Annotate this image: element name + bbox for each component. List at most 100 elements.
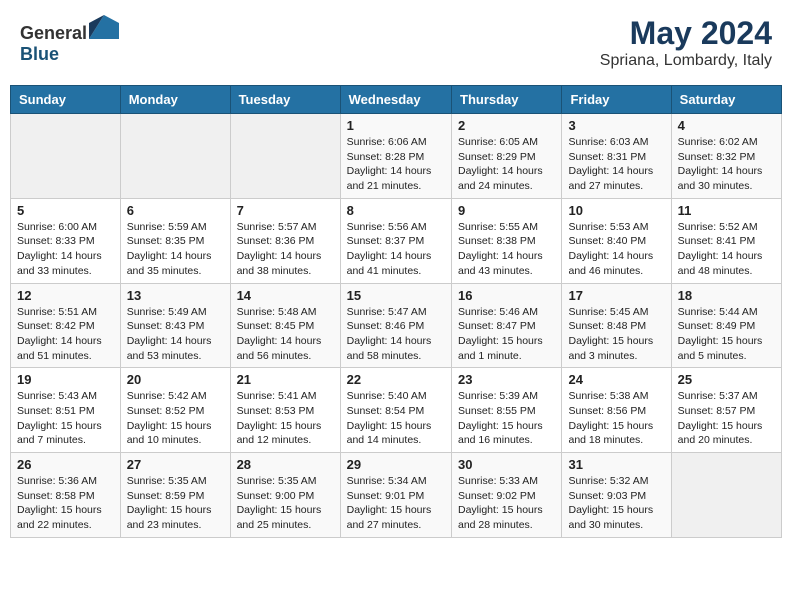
day-header-thursday: Thursday [452, 86, 562, 114]
day-cell: 19Sunrise: 5:43 AM Sunset: 8:51 PM Dayli… [11, 368, 121, 453]
day-info: Sunrise: 5:37 AM Sunset: 8:57 PM Dayligh… [678, 389, 775, 448]
day-info: Sunrise: 5:53 AM Sunset: 8:40 PM Dayligh… [568, 220, 664, 279]
day-info: Sunrise: 5:39 AM Sunset: 8:55 PM Dayligh… [458, 389, 555, 448]
day-cell: 12 Sunrise: 5:51 AM Sunset: 8:42 PM Dayli… [11, 283, 121, 368]
location-subtitle: Spriana, Lombardy, Italy [600, 52, 772, 70]
day-info: Sunrise: 6:06 AM Sunset: 8:28 PM Dayligh… [347, 135, 445, 194]
calendar-table: SundayMondayTuesdayWednesdayThursdayFrid… [10, 85, 782, 538]
day-number: 16 [458, 288, 555, 303]
day-number: 12 [17, 288, 114, 303]
day-info: Sunrise: 5:45 AM Sunset: 8:48 PM Dayligh… [568, 305, 664, 364]
day-header-friday: Friday [562, 86, 671, 114]
day-number: 26 [17, 457, 114, 472]
page-header: General Blue May 2024 Spriana, Lombardy,… [10, 10, 782, 75]
week-row-3: 12 Sunrise: 5:51 AM Sunset: 8:42 PM Dayli… [11, 283, 782, 368]
day-info: Sunrise: 5:55 AM Sunset: 8:38 PM Dayligh… [458, 220, 555, 279]
day-info: Sunrise: 6:02 AM Sunset: 8:32 PM Dayligh… [678, 135, 775, 194]
day-number: 3 [568, 118, 664, 133]
day-cell: 14 Sunrise: 5:48 AM Sunset: 8:45 PM Dayli… [230, 283, 340, 368]
day-number: 28 [237, 457, 334, 472]
day-number: 7 [237, 203, 334, 218]
day-cell: 15 Sunrise: 5:47 AM Sunset: 8:46 PM Dayli… [340, 283, 451, 368]
day-cell: 20 Sunrise: 5:42 AM Sunset: 8:52 PM Dayli… [120, 368, 230, 453]
day-info: Sunrise: 5:51 AM Sunset: 8:42 PM Dayligh… [17, 305, 114, 364]
logo-general: General [20, 23, 87, 43]
day-cell: 1 Sunrise: 6:06 AM Sunset: 8:28 PM Daylig… [340, 114, 451, 199]
day-number: 9 [458, 203, 555, 218]
day-header-wednesday: Wednesday [340, 86, 451, 114]
day-cell: 27 Sunrise: 5:35 AM Sunset: 8:59 PM Dayli… [120, 453, 230, 538]
day-number: 11 [678, 203, 775, 218]
day-number: 29 [347, 457, 445, 472]
day-number: 27 [127, 457, 224, 472]
day-cell: 4Sunrise: 6:02 AM Sunset: 8:32 PM Daylig… [671, 114, 781, 199]
day-number: 10 [568, 203, 664, 218]
day-cell: 10 Sunrise: 5:53 AM Sunset: 8:40 PM Dayli… [562, 198, 671, 283]
day-number: 5 [17, 203, 114, 218]
day-number: 15 [347, 288, 445, 303]
day-cell: 22 Sunrise: 5:40 AM Sunset: 8:54 PM Dayli… [340, 368, 451, 453]
day-cell: 16Sunrise: 5:46 AM Sunset: 8:47 PM Dayli… [452, 283, 562, 368]
logo: General Blue [20, 15, 119, 65]
day-header-monday: Monday [120, 86, 230, 114]
day-number: 1 [347, 118, 445, 133]
day-info: Sunrise: 6:00 AM Sunset: 8:33 PM Dayligh… [17, 220, 114, 279]
day-info: Sunrise: 5:40 AM Sunset: 8:54 PM Dayligh… [347, 389, 445, 448]
day-number: 24 [568, 372, 664, 387]
week-row-1: 1 Sunrise: 6:06 AM Sunset: 8:28 PM Daylig… [11, 114, 782, 199]
day-cell: 26 Sunrise: 5:36 AM Sunset: 8:58 PM Dayli… [11, 453, 121, 538]
day-info: Sunrise: 5:38 AM Sunset: 8:56 PM Dayligh… [568, 389, 664, 448]
day-cell: 13 Sunrise: 5:49 AM Sunset: 8:43 PM Dayli… [120, 283, 230, 368]
day-header-sunday: Sunday [11, 86, 121, 114]
day-cell [671, 453, 781, 538]
day-cell: 30Sunrise: 5:33 AM Sunset: 9:02 PM Dayli… [452, 453, 562, 538]
day-info: Sunrise: 6:03 AM Sunset: 8:31 PM Dayligh… [568, 135, 664, 194]
day-info: Sunrise: 6:05 AM Sunset: 8:29 PM Dayligh… [458, 135, 555, 194]
day-cell: 24 Sunrise: 5:38 AM Sunset: 8:56 PM Dayli… [562, 368, 671, 453]
day-cell: 21 Sunrise: 5:41 AM Sunset: 8:53 PM Dayli… [230, 368, 340, 453]
day-cell [11, 114, 121, 199]
day-cell: 31 Sunrise: 5:32 AM Sunset: 9:03 PM Dayli… [562, 453, 671, 538]
day-info: Sunrise: 5:34 AM Sunset: 9:01 PM Dayligh… [347, 474, 445, 533]
day-number: 8 [347, 203, 445, 218]
day-info: Sunrise: 5:48 AM Sunset: 8:45 PM Dayligh… [237, 305, 334, 364]
day-number: 14 [237, 288, 334, 303]
day-cell: 2Sunrise: 6:05 AM Sunset: 8:29 PM Daylig… [452, 114, 562, 199]
day-info: Sunrise: 5:47 AM Sunset: 8:46 PM Dayligh… [347, 305, 445, 364]
day-info: Sunrise: 5:36 AM Sunset: 8:58 PM Dayligh… [17, 474, 114, 533]
day-info: Sunrise: 5:32 AM Sunset: 9:03 PM Dayligh… [568, 474, 664, 533]
day-number: 21 [237, 372, 334, 387]
day-cell: 5 Sunrise: 6:00 AM Sunset: 8:33 PM Daylig… [11, 198, 121, 283]
week-row-5: 26 Sunrise: 5:36 AM Sunset: 8:58 PM Dayli… [11, 453, 782, 538]
day-info: Sunrise: 5:41 AM Sunset: 8:53 PM Dayligh… [237, 389, 334, 448]
day-number: 25 [678, 372, 775, 387]
day-number: 6 [127, 203, 224, 218]
day-number: 23 [458, 372, 555, 387]
day-number: 30 [458, 457, 555, 472]
day-info: Sunrise: 5:52 AM Sunset: 8:41 PM Dayligh… [678, 220, 775, 279]
day-number: 20 [127, 372, 224, 387]
day-info: Sunrise: 5:35 AM Sunset: 8:59 PM Dayligh… [127, 474, 224, 533]
day-cell: 25 Sunrise: 5:37 AM Sunset: 8:57 PM Dayli… [671, 368, 781, 453]
day-cell: 17Sunrise: 5:45 AM Sunset: 8:48 PM Dayli… [562, 283, 671, 368]
day-number: 22 [347, 372, 445, 387]
day-cell: 8Sunrise: 5:56 AM Sunset: 8:37 PM Daylig… [340, 198, 451, 283]
day-info: Sunrise: 5:35 AM Sunset: 9:00 PM Dayligh… [237, 474, 334, 533]
day-cell: 9 Sunrise: 5:55 AM Sunset: 8:38 PM Daylig… [452, 198, 562, 283]
day-cell: 29 Sunrise: 5:34 AM Sunset: 9:01 PM Dayli… [340, 453, 451, 538]
day-cell: 7 Sunrise: 5:57 AM Sunset: 8:36 PM Daylig… [230, 198, 340, 283]
day-info: Sunrise: 5:44 AM Sunset: 8:49 PM Dayligh… [678, 305, 775, 364]
logo-icon [89, 15, 119, 39]
day-cell: 3 Sunrise: 6:03 AM Sunset: 8:31 PM Daylig… [562, 114, 671, 199]
day-cell: 28 Sunrise: 5:35 AM Sunset: 9:00 PM Dayli… [230, 453, 340, 538]
day-number: 13 [127, 288, 224, 303]
day-cell: 23 Sunrise: 5:39 AM Sunset: 8:55 PM Dayli… [452, 368, 562, 453]
day-info: Sunrise: 5:57 AM Sunset: 8:36 PM Dayligh… [237, 220, 334, 279]
day-info: Sunrise: 5:49 AM Sunset: 8:43 PM Dayligh… [127, 305, 224, 364]
day-header-saturday: Saturday [671, 86, 781, 114]
day-cell: 18Sunrise: 5:44 AM Sunset: 8:49 PM Dayli… [671, 283, 781, 368]
day-cell [230, 114, 340, 199]
day-number: 31 [568, 457, 664, 472]
day-info: Sunrise: 5:42 AM Sunset: 8:52 PM Dayligh… [127, 389, 224, 448]
day-cell: 6Sunrise: 5:59 AM Sunset: 8:35 PM Daylig… [120, 198, 230, 283]
